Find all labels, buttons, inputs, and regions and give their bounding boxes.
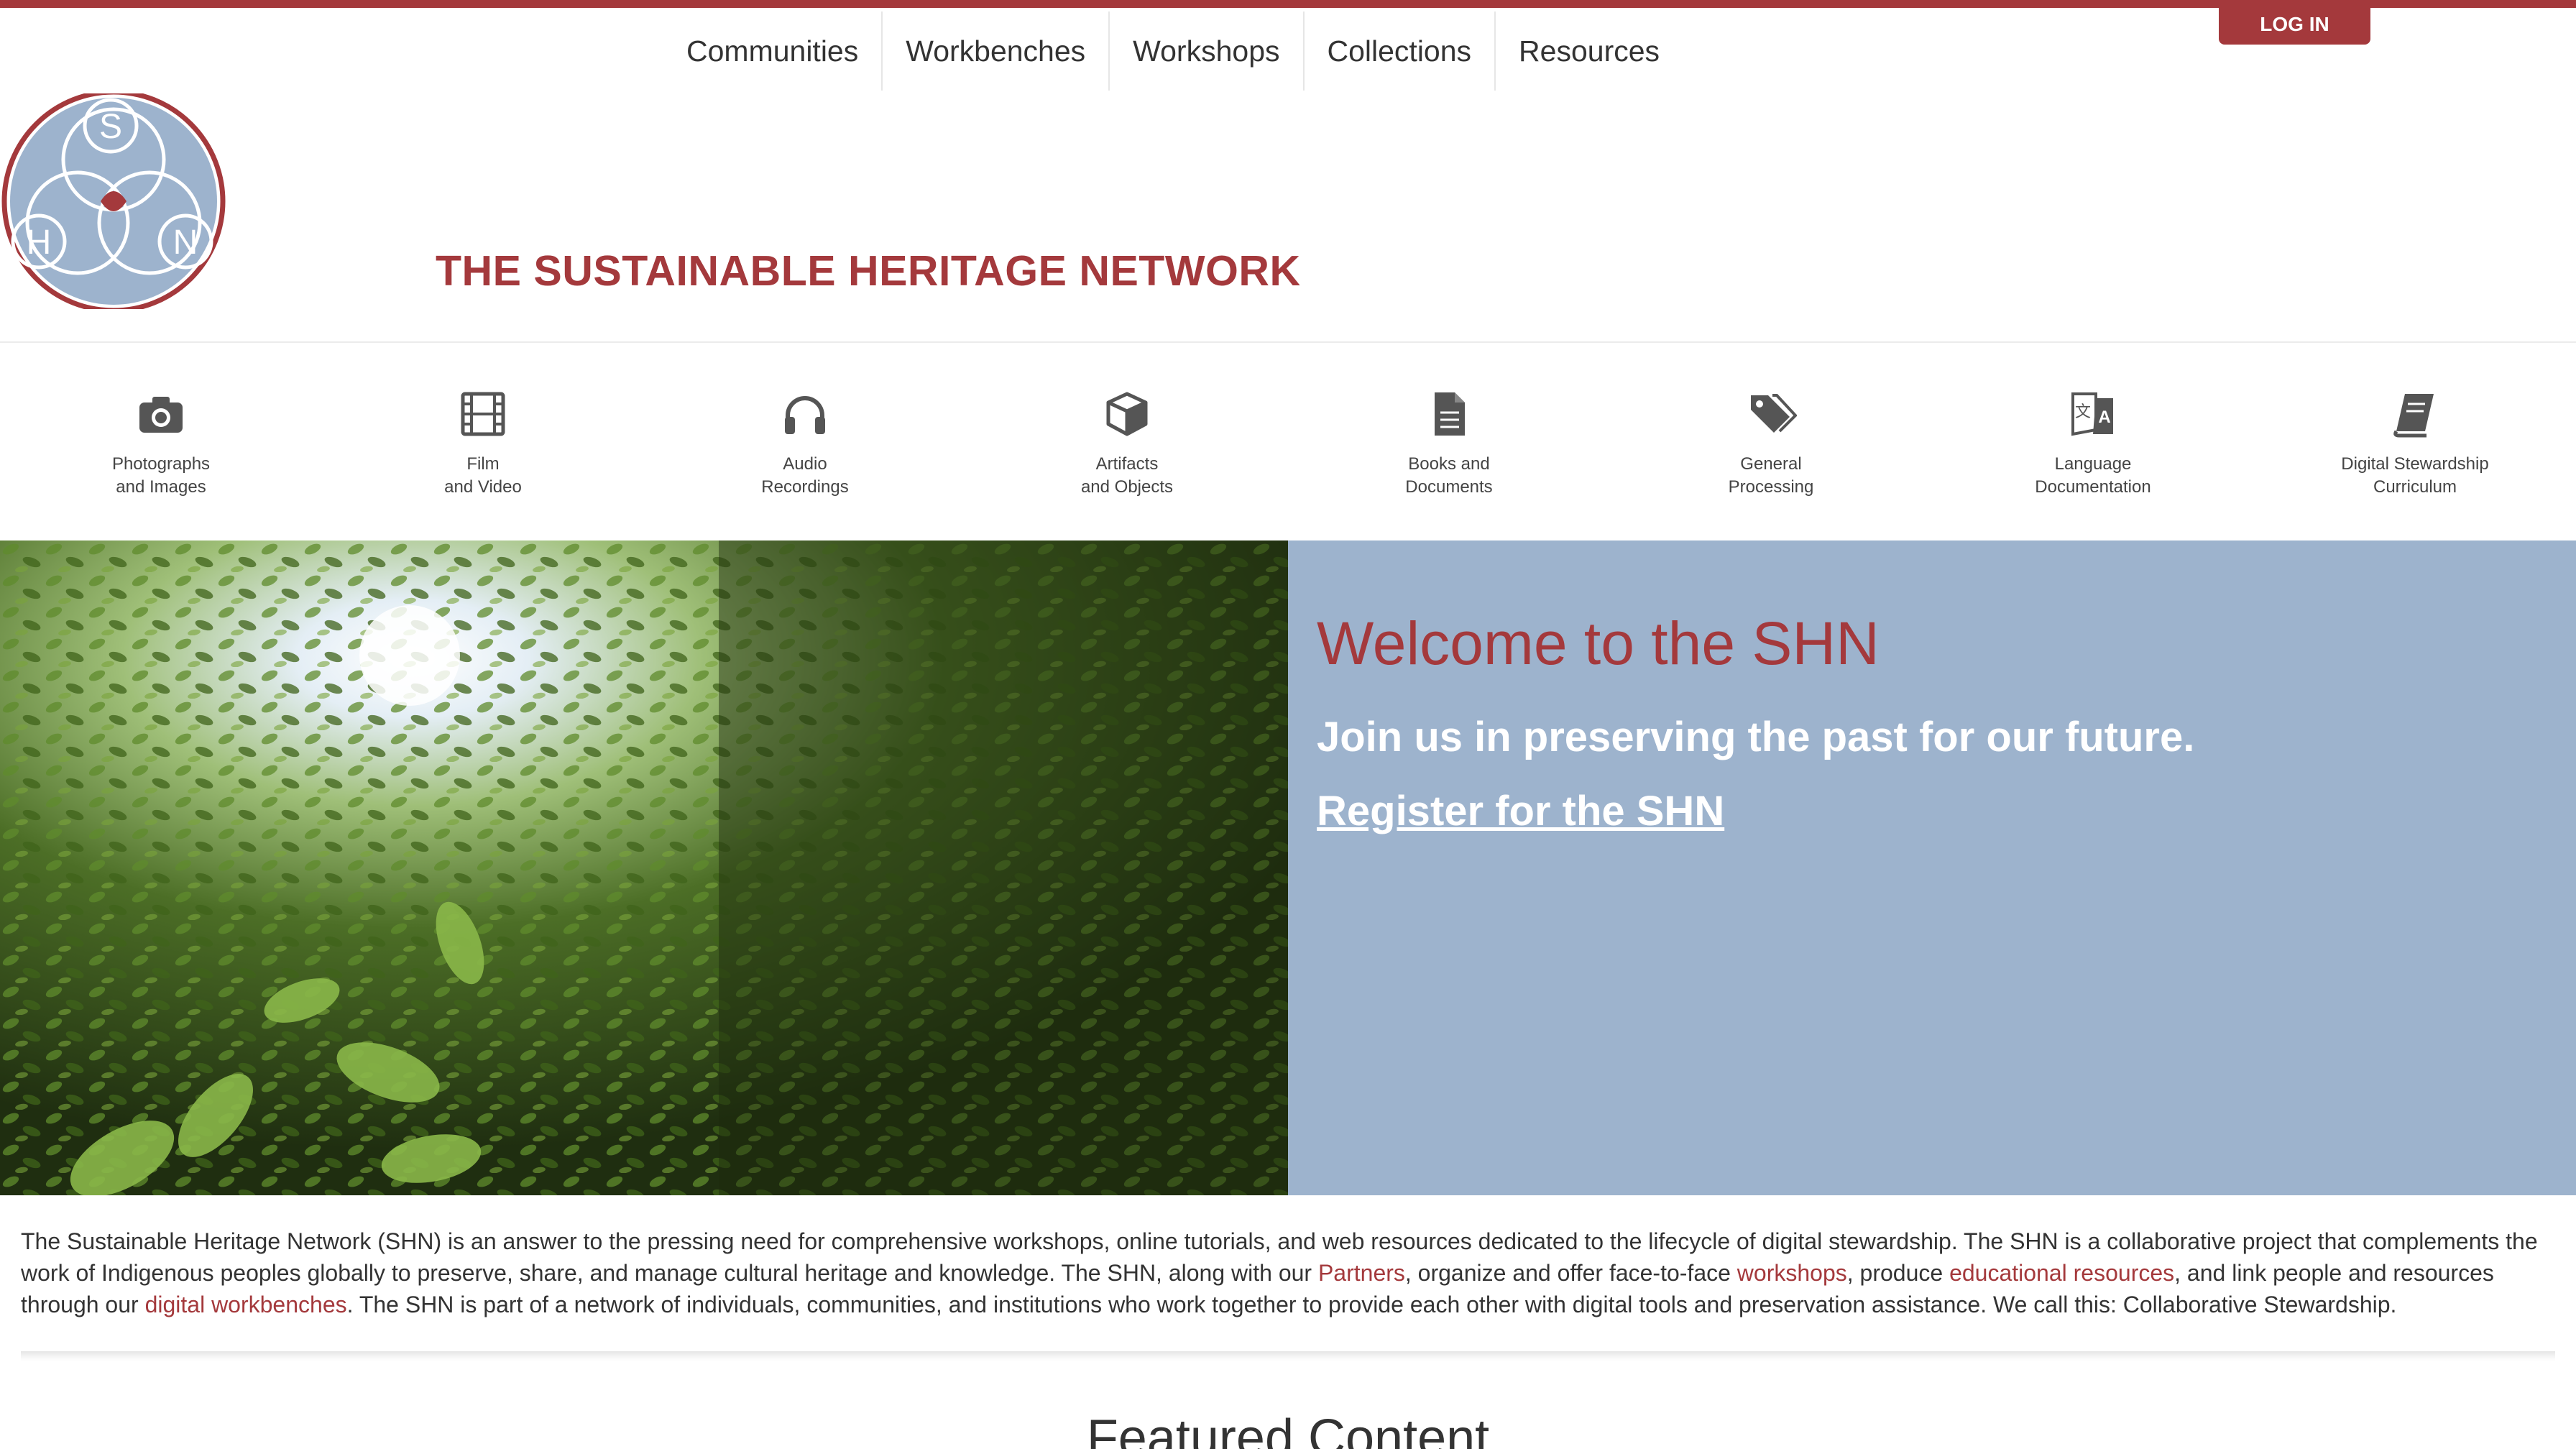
- workshops-link[interactable]: workshops: [1737, 1260, 1847, 1286]
- section-divider: [21, 1351, 2555, 1361]
- document-icon: [1435, 392, 1465, 436]
- nav-collections[interactable]: Collections: [1305, 12, 1496, 91]
- headphones-icon: [785, 396, 825, 434]
- svg-text:A: A: [2098, 408, 2110, 427]
- category-film[interactable]: Film and Video: [322, 388, 644, 499]
- translate-icon: 文 A: [2071, 392, 2113, 436]
- category-audio[interactable]: Audio Recordings: [644, 388, 966, 499]
- category-label: Artifacts and Objects: [1080, 454, 1174, 497]
- register-link[interactable]: Register for the SHN: [1317, 787, 1724, 835]
- logo-letter-n: N: [173, 224, 198, 262]
- category-label: Books and Documents: [1405, 454, 1493, 497]
- welcome-tagline: Join us in preserving the past for our f…: [1317, 714, 2195, 760]
- nav-workbenches[interactable]: Workbenches: [883, 12, 1110, 91]
- category-label: Language Documentation: [2035, 454, 2151, 497]
- cube-icon: [1106, 392, 1148, 436]
- camera-icon: [139, 397, 183, 433]
- top-accent-bar: [0, 0, 2576, 8]
- film-icon: [461, 392, 505, 436]
- category-label: General Processing: [1728, 454, 1814, 497]
- login-button[interactable]: LOG IN: [2219, 4, 2370, 45]
- tags-icon: [1751, 394, 1797, 433]
- hero-photo-leaves: [0, 540, 1288, 1195]
- svg-text:文: 文: [2075, 402, 2091, 420]
- book-icon: [2393, 394, 2434, 438]
- category-general[interactable]: General Processing: [1610, 388, 1932, 499]
- main-nav: Communities Workbenches Workshops Collec…: [663, 12, 1683, 91]
- category-language[interactable]: 文 A Language Documentation: [1932, 388, 2254, 499]
- logo-letter-h: H: [27, 224, 52, 262]
- educational-resources-link[interactable]: educational resources: [1949, 1260, 2174, 1286]
- category-label: Photographs and Images: [111, 454, 211, 497]
- site-title[interactable]: THE SUSTAINABLE HERITAGE NETWORK: [436, 247, 1301, 295]
- category-label: Digital Stewardship Curriculum: [2341, 454, 2489, 497]
- category-bar: Photographs and Images Film and Video Audi…: [0, 388, 2576, 499]
- welcome-heading: Welcome to the SHN: [1317, 610, 1880, 677]
- category-artifacts[interactable]: Artifacts and Objects: [966, 388, 1288, 499]
- featured-heading: Featured Content: [1086, 1409, 1490, 1449]
- category-label: Audio Recordings: [761, 454, 849, 497]
- header-divider: [0, 341, 2576, 343]
- logo-letter-s: S: [99, 108, 122, 146]
- nav-workshops[interactable]: Workshops: [1110, 12, 1305, 91]
- category-label: Film and Video: [444, 454, 522, 497]
- intro-paragraph: The Sustainable Heritage Network (SHN) i…: [21, 1228, 2538, 1317]
- shn-logo[interactable]: S H N: [0, 93, 230, 309]
- category-curriculum[interactable]: Digital Stewardship Curriculum: [2254, 388, 2576, 499]
- category-photographs[interactable]: Photographs and Images: [0, 388, 322, 499]
- welcome-panel: Welcome to the SHN Join us in preserving…: [1288, 540, 2576, 1195]
- category-books[interactable]: Books and Documents: [1288, 388, 1610, 499]
- partners-link[interactable]: Partners: [1318, 1260, 1405, 1286]
- nav-communities[interactable]: Communities: [663, 12, 883, 91]
- nav-resources[interactable]: Resources: [1496, 12, 1683, 91]
- digital-workbenches-link[interactable]: digital workbenches: [145, 1292, 347, 1317]
